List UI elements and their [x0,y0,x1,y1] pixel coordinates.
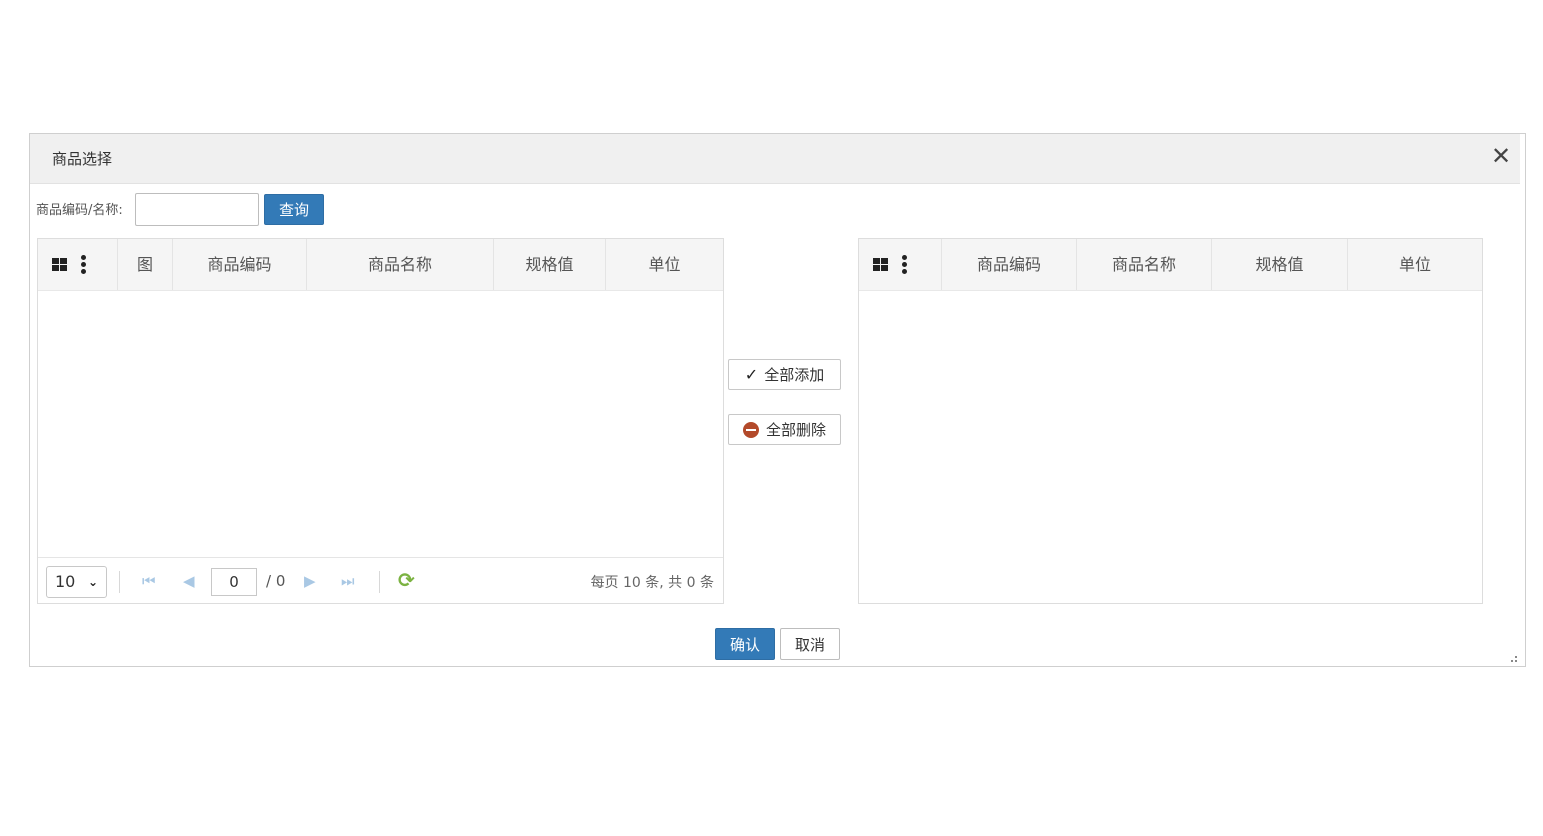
grid-view-icon[interactable] [873,258,888,271]
add-all-label: 全部添加 [764,366,825,384]
column-header-image[interactable]: 图 [118,239,173,290]
refresh-icon[interactable]: ⟳ [398,569,415,591]
column-header-name[interactable]: 商品名称 [1077,239,1212,290]
selected-product-grid: 商品编码 商品名称 规格值 单位 [858,238,1483,604]
column-header-unit[interactable]: 单位 [606,239,723,290]
delete-all-label: 全部删除 [765,421,826,439]
pager-divider [379,571,380,593]
column-header-code[interactable]: 商品编码 [942,239,1077,290]
column-header-name[interactable]: 商品名称 [307,239,494,290]
confirm-button[interactable]: 确认 [715,628,775,660]
column-menu-icon[interactable] [81,254,87,276]
pager: 10 ⌄ ⏮ ◀ / 0 ▶ ⏭ ⟳ 每页 10 条, 共 0 条 [38,557,723,603]
last-page-icon[interactable]: ⏭ [341,572,355,590]
close-icon[interactable]: ✕ [1491,144,1511,168]
next-page-icon[interactable]: ▶ [304,572,316,590]
query-button[interactable]: 查询 [264,194,324,225]
grid-tools [859,239,942,290]
first-page-icon[interactable]: ⏮ [142,572,156,590]
resize-handle[interactable] [1509,654,1519,664]
search-input[interactable] [135,193,259,226]
grid-tools [38,239,118,290]
column-menu-icon[interactable] [902,254,908,276]
chevron-down-icon: ⌄ [87,575,98,589]
prev-page-icon[interactable]: ◀ [183,572,195,590]
page-size-value: 10 [55,572,76,591]
cancel-button[interactable]: 取消 [780,628,840,660]
dialog-title: 商品选择 [52,150,113,168]
dialog-header: 商品选择 [30,134,1520,184]
delete-all-button[interactable]: 全部删除 [728,414,841,445]
grid-header: 图 商品编码 商品名称 规格值 单位 [38,239,723,291]
column-header-spec[interactable]: 规格值 [494,239,606,290]
page-info: 每页 10 条, 共 0 条 [590,575,714,591]
minus-circle-icon [742,421,759,438]
add-all-button[interactable]: ✓ 全部添加 [728,359,841,390]
pager-divider [119,571,120,593]
candidate-product-grid: 图 商品编码 商品名称 规格值 单位 10 ⌄ ⏮ ◀ / 0 ▶ ⏭ ⟳ 每页… [37,238,724,604]
search-label: 商品编码/名称: [36,203,123,218]
column-header-spec[interactable]: 规格值 [1212,239,1348,290]
grid-view-icon[interactable] [52,258,67,271]
page-size-select[interactable]: 10 ⌄ [46,566,107,598]
column-header-code[interactable]: 商品编码 [173,239,307,290]
page-number-input[interactable] [211,568,257,596]
column-header-unit[interactable]: 单位 [1348,239,1482,290]
page-total: / 0 [266,572,286,590]
product-select-dialog: 商品选择 ✕ 商品编码/名称: 查询 图 商品编码 商品名称 规格值 单位 10… [29,133,1526,667]
check-icon: ✓ [744,365,759,384]
grid-header: 商品编码 商品名称 规格值 单位 [859,239,1482,291]
